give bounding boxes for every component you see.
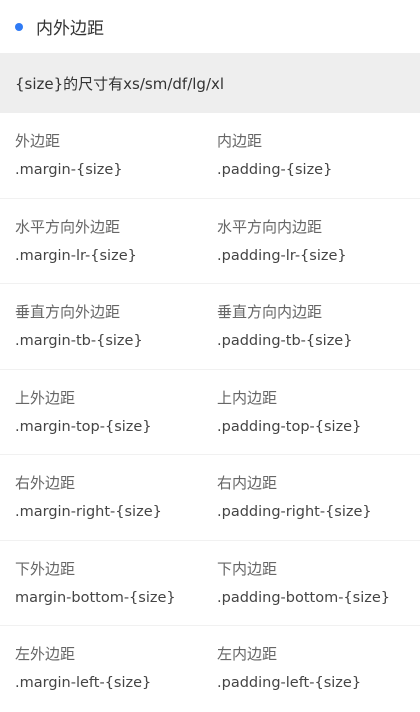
margin-cell: 右外边距 .margin-right-{size} — [0, 472, 202, 540]
cell-class-name: .padding-{size} — [217, 162, 333, 178]
cell-class-name: .padding-left-{size} — [217, 675, 362, 691]
list-row-right: 右外边距 .margin-right-{size} 右内边距 .padding-… — [0, 455, 420, 541]
padding-cell: 下内边距 .padding-bottom-{size} — [202, 558, 420, 626]
cell-title: 下外边距 — [15, 559, 76, 578]
cell-class-name: .padding-bottom-{size} — [217, 589, 391, 606]
cell-title: 垂直方向外边距 — [15, 303, 121, 321]
list-row-bottom: 下外边距 margin-bottom-{size} 下内边距 .padding-… — [0, 541, 420, 626]
cell-class-name: .margin-right-{size} — [15, 504, 162, 520]
cell-class-name: margin-bottom-{size} — [15, 589, 176, 606]
cell-title: 垂直方向内边距 — [217, 303, 323, 321]
size-note: {size}的尺寸有xs/sm/df/lg/xl — [0, 53, 420, 113]
cell-title: 右内边距 — [217, 474, 278, 492]
margin-cell: 外边距 .margin-{size} — [0, 130, 202, 198]
cell-class-name: .margin-tb-{size} — [15, 333, 143, 349]
cell-title: 内边距 — [217, 132, 263, 150]
list-row-top: 上外边距 .margin-top-{size} 上内边距 .padding-to… — [0, 370, 420, 455]
list-row-margin: 外边距 .margin-{size} 内边距 .padding-{size} — [0, 113, 420, 199]
cell-class-name: .margin-top-{size} — [15, 418, 152, 435]
cell-class-name: .padding-right-{size} — [217, 504, 372, 520]
padding-cell: 上内边距 .padding-top-{size} — [202, 387, 420, 455]
spacing-class-list: 外边距 .margin-{size} 内边距 .padding-{size} 水… — [0, 113, 420, 712]
list-row-lr: 水平方向外边距 .margin-lr-{size} 水平方向内边距 .paddi… — [0, 199, 420, 284]
cell-class-name: .padding-tb-{size} — [217, 333, 353, 349]
cell-title: 上外边距 — [15, 388, 76, 407]
cell-title: 外边距 — [15, 132, 61, 150]
cell-class-name: .padding-top-{size} — [217, 418, 362, 435]
padding-cell: 右内边距 .padding-right-{size} — [202, 472, 420, 540]
cell-class-name: .margin-lr-{size} — [15, 247, 137, 264]
section-header: 内外边距 — [0, 0, 420, 53]
padding-cell: 垂直方向内边距 .padding-tb-{size} — [202, 301, 420, 369]
cell-class-name: .margin-{size} — [15, 162, 123, 178]
padding-cell: 左内边距 .padding-left-{size} — [202, 643, 420, 712]
cell-class-name: .padding-lr-{size} — [217, 247, 347, 264]
cell-title: 下内边距 — [217, 559, 278, 578]
margin-cell: 下外边距 margin-bottom-{size} — [0, 558, 202, 626]
cell-title: 水平方向外边距 — [15, 217, 121, 236]
cell-title: 左内边距 — [217, 645, 278, 663]
padding-cell: 内边距 .padding-{size} — [202, 130, 420, 198]
margin-cell: 上外边距 .margin-top-{size} — [0, 387, 202, 455]
cell-title: 右外边距 — [15, 474, 76, 492]
cell-class-name: .margin-left-{size} — [15, 675, 152, 691]
bullet-dot-icon — [15, 22, 23, 31]
margin-cell: 垂直方向外边距 .margin-tb-{size} — [0, 301, 202, 369]
cell-title: 水平方向内边距 — [217, 217, 323, 236]
section-title: 内外边距 — [36, 19, 104, 39]
cell-title: 左外边距 — [15, 645, 76, 663]
list-row-tb: 垂直方向外边距 .margin-tb-{size} 垂直方向内边距 .paddi… — [0, 284, 420, 370]
list-row-left: 左外边距 .margin-left-{size} 左内边距 .padding-l… — [0, 626, 420, 712]
margin-cell: 水平方向外边距 .margin-lr-{size} — [0, 216, 202, 284]
margin-cell: 左外边距 .margin-left-{size} — [0, 643, 202, 712]
padding-cell: 水平方向内边距 .padding-lr-{size} — [202, 216, 420, 284]
cell-title: 上内边距 — [217, 388, 278, 407]
